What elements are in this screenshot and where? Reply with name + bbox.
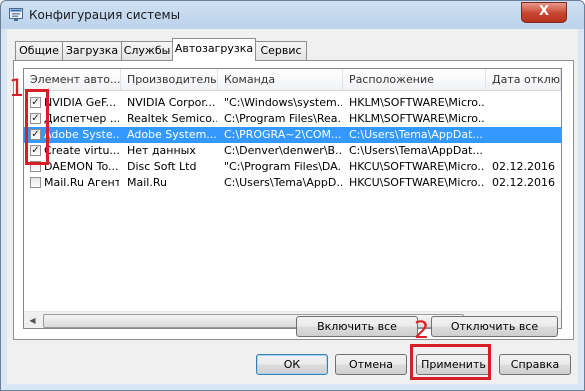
cell-manufacturer: NVIDIA Corpor...: [127, 96, 216, 109]
title-bar[interactable]: Конфигурация системы X: [1, 1, 584, 29]
close-button[interactable]: X: [521, 2, 567, 23]
tab-general[interactable]: Общие: [15, 41, 63, 60]
cell-item: DAEMON To...: [44, 160, 119, 173]
tab-label: Общие: [19, 44, 59, 57]
tab-label: Автозагрузка: [174, 42, 254, 55]
window-title: Конфигурация системы: [29, 8, 181, 22]
table-row[interactable]: ✓ Диспетчер ... Realtek Semico... C:\Pro…: [24, 111, 561, 127]
cell-location: HKLM\SOFTWARE\Micro...: [349, 96, 485, 109]
column-label: Дата отклю: [492, 73, 561, 86]
column-header-manufacturer[interactable]: Производитель: [121, 69, 218, 90]
table-row[interactable]: DAEMON To... Disc Soft Ltd "C:\Program F…: [24, 159, 561, 175]
list-header: Элемент авто... Производитель Команда Ра…: [24, 69, 561, 91]
cell-location: C:\Users\Tema\AppDat...: [349, 128, 483, 141]
cell-command: C:\Denver\denwer\B...: [224, 144, 342, 157]
scroll-left-icon[interactable]: ◀: [24, 312, 41, 328]
cell-date: [492, 127, 560, 143]
cell-command: C:\PROGRA~2\COM...: [224, 128, 342, 141]
tab-label: Сервис: [260, 44, 302, 57]
cell-date: 02.12.2016: [492, 176, 555, 189]
enable-all-button[interactable]: Включить все: [296, 316, 418, 337]
tab-tools[interactable]: Сервис: [255, 41, 307, 60]
tab-services[interactable]: Службы: [121, 41, 173, 60]
cell-date: [492, 111, 560, 127]
cell-command: "C:\Program Files\DA...: [224, 160, 342, 173]
cell-manufacturer: Disc Soft Ltd: [127, 160, 197, 173]
table-row[interactable]: Mail.Ru Агент Mail.Ru C:\Users\Tema\AppD…: [24, 175, 561, 191]
checkbox[interactable]: [30, 177, 41, 188]
cell-date: 02.12.2016: [492, 160, 555, 173]
dialog-body: Общие Загрузка Службы Автозагрузка Серви…: [7, 29, 578, 384]
column-header-location[interactable]: Расположение: [343, 69, 486, 90]
cancel-button[interactable]: Отмена: [335, 354, 407, 375]
cell-manufacturer: Mail.Ru: [127, 176, 167, 189]
cell-manufacturer: Adobe System...: [127, 128, 217, 141]
column-label: Производитель: [127, 73, 217, 86]
column-label: Расположение: [349, 73, 434, 86]
tab-startup[interactable]: Автозагрузка: [172, 38, 256, 61]
cell-location: C:\Users\Tema\AppDat...: [349, 144, 483, 157]
disable-all-button[interactable]: Отключить все: [431, 316, 558, 337]
cell-command: C:\Users\Tema\AppD...: [224, 176, 342, 189]
table-row[interactable]: ✓ NVIDIA GeF... NVIDIA Corpor... "C:\Win…: [24, 95, 561, 111]
cell-location: HKCU\SOFTWARE\Micro...: [349, 176, 485, 189]
cell-item: Adobe Syste...: [44, 128, 119, 141]
annotation-number-1: 1: [9, 74, 25, 102]
column-header-date-disabled[interactable]: Дата отклю: [486, 69, 561, 90]
cell-item: Create virtu...: [44, 144, 119, 157]
ok-button[interactable]: ОК: [256, 354, 328, 375]
help-button[interactable]: Справка: [499, 354, 571, 375]
window: Конфигурация системы X Общие Загрузка Сл…: [0, 0, 585, 391]
close-icon: X: [538, 4, 550, 19]
annotation-number-2: 2: [414, 316, 430, 344]
column-header-item[interactable]: Элемент авто...: [24, 69, 121, 90]
cell-item: Mail.Ru Агент: [44, 176, 119, 189]
column-header-command[interactable]: Команда: [218, 69, 343, 90]
cell-command: "C:\Windows\system...: [224, 96, 342, 109]
tab-boot[interactable]: Загрузка: [62, 41, 122, 60]
cell-date: [492, 143, 560, 159]
tab-label: Загрузка: [65, 44, 119, 57]
cell-item: Диспетчер ...: [44, 112, 119, 125]
startup-list[interactable]: Элемент авто... Производитель Команда Ра…: [23, 68, 562, 329]
cell-manufacturer: Нет данных: [127, 144, 196, 157]
annotation-box-apply: [410, 344, 491, 380]
cell-item: NVIDIA GeF...: [44, 96, 117, 109]
tab-label: Службы: [123, 44, 171, 57]
table-row-selected[interactable]: ✓ Adobe Syste... Adobe System... C:\PROG…: [24, 127, 561, 143]
cell-date: [492, 95, 560, 111]
column-label: Элемент авто...: [30, 73, 121, 86]
cell-location: HKLM\SOFTWARE\Micro...: [349, 112, 485, 125]
table-row[interactable]: ✓ Create virtu... Нет данных C:\Denver\d…: [24, 143, 561, 159]
cell-command: C:\Program Files\Rea...: [224, 112, 342, 125]
cell-location: HKCU\SOFTWARE\Micro...: [349, 160, 485, 173]
annotation-box-checkboxes: [25, 89, 49, 165]
column-label: Команда: [224, 73, 276, 86]
app-icon: [9, 8, 23, 21]
cell-manufacturer: Realtek Semico...: [127, 112, 217, 125]
